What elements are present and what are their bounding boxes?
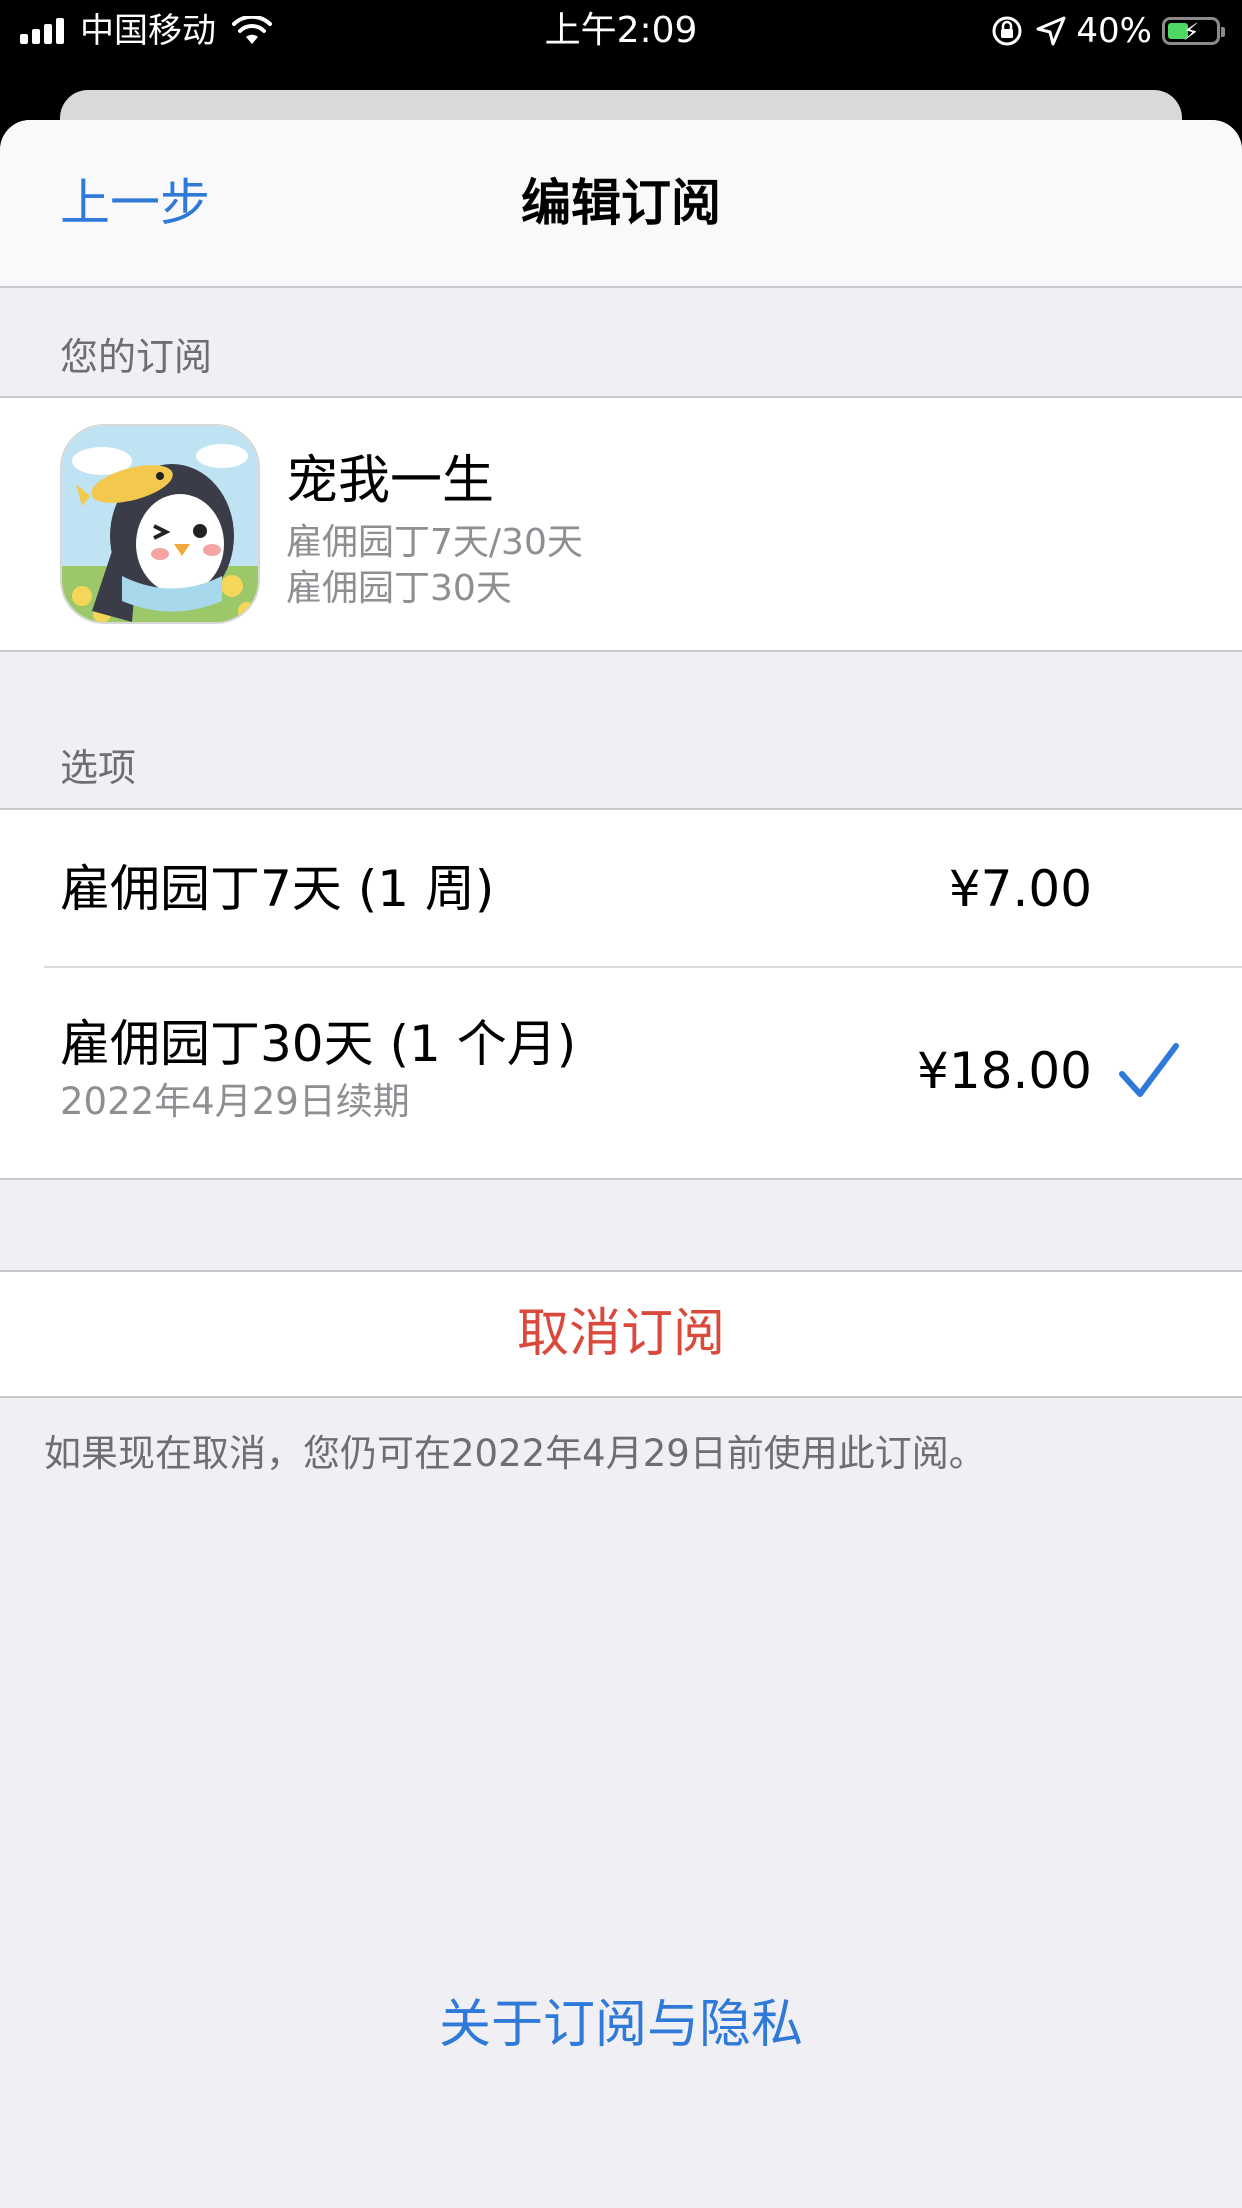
option-row-monthly[interactable]: 雇佣园丁30天 (1 个月) 2022年4月29日续期 ¥18.00 bbox=[0, 968, 1242, 1178]
cancel-subscription-button[interactable]: 取消订阅 bbox=[0, 1272, 1242, 1396]
option-renewal-date: 2022年4月29日续期 bbox=[60, 1080, 410, 1123]
edit-subscription-sheet: 上一步 编辑订阅 您的订阅 宠我一生 雇佣园丁7天/30天 雇佣园丁30天 选项… bbox=[0, 120, 1242, 2208]
section-header-options: 选项 bbox=[60, 746, 137, 790]
battery-icon: ⚡ bbox=[1162, 17, 1225, 46]
option-title: 雇佣园丁30天 (1 个月) bbox=[60, 1015, 577, 1073]
status-bar-right: 40% ⚡ bbox=[990, 8, 1225, 54]
subscription-group-name: 雇佣园丁7天/30天 bbox=[286, 522, 583, 563]
page-title: 编辑订阅 bbox=[521, 174, 721, 232]
orientation-lock-icon bbox=[992, 16, 1022, 46]
options-group: 雇佣园丁7天 (1 周) ¥7.00 雇佣园丁30天 (1 个月) 2022年4… bbox=[0, 808, 1242, 1180]
subscription-privacy-link[interactable]: 关于订阅与隐私 bbox=[0, 1990, 1242, 2060]
subscription-group: 宠我一生 雇佣园丁7天/30天 雇佣园丁30天 bbox=[0, 396, 1242, 652]
option-title: 雇佣园丁7天 (1 周) bbox=[60, 860, 495, 918]
subscription-row: 宠我一生 雇佣园丁7天/30天 雇佣园丁30天 bbox=[0, 398, 1242, 650]
status-bar: 中国移动 上午2:09 40% ⚡ bbox=[0, 0, 1242, 62]
battery-percent: 40% bbox=[1076, 11, 1152, 51]
navigation-bar: 上一步 编辑订阅 bbox=[0, 120, 1242, 288]
location-arrow-icon bbox=[1036, 16, 1066, 46]
app-icon bbox=[60, 424, 260, 624]
cancel-info-note: 如果现在取消，您仍可在2022年4月29日前使用此订阅。 bbox=[44, 1432, 986, 1475]
cancel-group: 取消订阅 bbox=[0, 1270, 1242, 1398]
app-name: 宠我一生 bbox=[286, 451, 495, 511]
option-row-weekly[interactable]: 雇佣园丁7天 (1 周) ¥7.00 bbox=[0, 810, 1242, 968]
subscription-current-plan: 雇佣园丁30天 bbox=[286, 568, 512, 609]
option-price: ¥7.00 bbox=[948, 860, 1092, 918]
checkmark-icon bbox=[1119, 1043, 1179, 1097]
section-header-your-subscription: 您的订阅 bbox=[60, 335, 213, 379]
option-price: ¥18.00 bbox=[917, 1042, 1092, 1100]
